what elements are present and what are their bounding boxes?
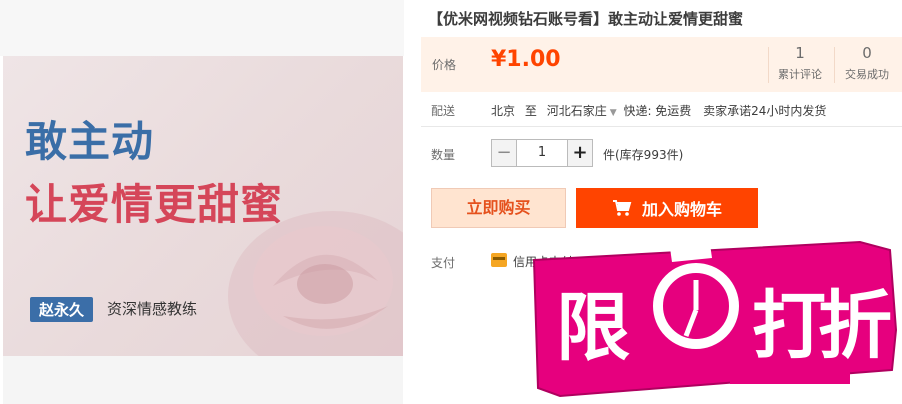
sticker-char-limit: 限 — [556, 285, 630, 371]
ship-to-word: 至 — [524, 104, 537, 118]
banner-headline-line1: 敢主动 — [25, 117, 155, 166]
product-banner: 敢主动 让爱情更甜蜜 赵永久 资深情感教练 — [3, 56, 403, 356]
ship-promise: 卖家承诺24小时内发货 — [703, 104, 827, 118]
trades-label: 交易成功 — [845, 68, 889, 81]
ship-from: 北京 — [491, 104, 516, 118]
payment-label: 支付 — [431, 256, 456, 270]
cart-icon — [612, 200, 632, 216]
reviews-stat[interactable]: 1 累计评论 — [768, 44, 832, 82]
image-top-margin — [0, 0, 404, 56]
author-name-badge: 赵永久 — [30, 297, 94, 322]
stock-text: 件(库存993件) — [603, 148, 684, 162]
quantity-increase-button[interactable]: + — [567, 139, 593, 167]
quantity-decrease-button[interactable]: − — [491, 139, 517, 167]
product-title: 【优米网视频钻石账号看】敢主动让爱情更甜蜜 — [428, 10, 744, 28]
shipping-label: 配送 — [431, 104, 456, 118]
price-label: 价格 — [432, 58, 457, 72]
author-title: 资深情感教练 — [107, 300, 198, 318]
reviews-count: 1 — [795, 44, 805, 62]
sticker-char-discount: 折 — [818, 283, 892, 369]
quantity-input[interactable]: 1 — [517, 139, 567, 167]
reviews-label: 累计评论 — [778, 68, 822, 81]
credit-card-icon — [491, 253, 507, 267]
sticker-char-hit: 打 — [752, 283, 826, 369]
trades-count: 0 — [862, 44, 872, 62]
trades-stat[interactable]: 0 交易成功 — [835, 44, 899, 82]
add-to-cart-label: 加入购物车 — [641, 200, 722, 219]
image-bottom-margin — [3, 356, 403, 404]
banner-headline-line2: 让爱情更甜蜜 — [25, 180, 284, 229]
limited-discount-sticker: 限 打 折 — [530, 220, 902, 404]
price-panel: 价格 ¥1.00 1 累计评论 0 交易成功 — [421, 37, 902, 92]
price-value: ¥1.00 — [491, 47, 561, 72]
ship-method: 快递: 免运费 — [623, 104, 692, 118]
divider — [421, 126, 902, 127]
product-image[interactable]: 敢主动 让爱情更甜蜜 赵永久 资深情感教练 — [0, 0, 404, 404]
shipping-info: 北京 至 河北石家庄 ▼ 快递: 免运费 卖家承诺24小时内发货 — [491, 102, 826, 119]
quantity-label: 数量 — [431, 148, 456, 162]
ship-destination-select[interactable]: 河北石家庄 — [547, 104, 607, 118]
quantity-stepper: − 1 + — [491, 139, 593, 167]
chevron-down-icon[interactable]: ▼ — [610, 108, 617, 118]
clock-icon — [653, 244, 739, 349]
